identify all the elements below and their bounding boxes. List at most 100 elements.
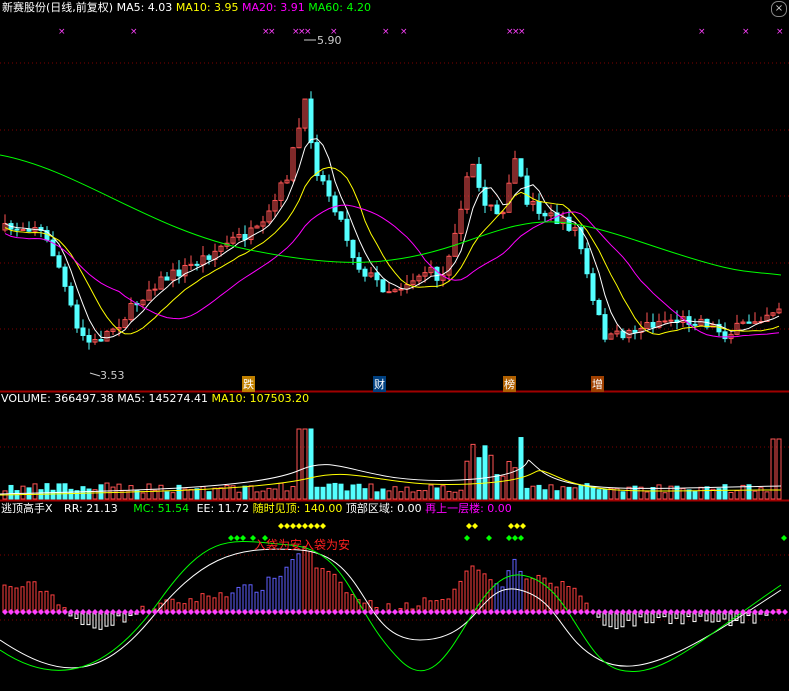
signal-diamond: [781, 535, 787, 541]
volume-bar: [494, 474, 500, 500]
volume-bar: [218, 487, 224, 500]
volume-bar: [446, 490, 452, 500]
close-icon[interactable]: ×: [771, 1, 787, 17]
indicator-bar: [290, 559, 295, 613]
candle-body: [662, 320, 668, 323]
candle-body: [332, 195, 338, 213]
indicator-bar: [296, 553, 301, 613]
volume-bar: [560, 486, 566, 500]
indicator-name[interactable]: 逃顶高手X: [1, 502, 53, 515]
baseline-marker: [770, 609, 776, 615]
signal-diamond: [486, 535, 492, 541]
indicator-bar: [2, 584, 7, 613]
indicator-bar: [344, 592, 349, 613]
indicator-bar: [320, 567, 325, 613]
signal-diamond: [520, 523, 526, 529]
volume-bar: [44, 483, 50, 500]
next-level-readout: 再上一层楼: 0.00: [425, 502, 512, 515]
ee-readout: EE: 11.72: [196, 502, 250, 515]
ma20-readout: MA20: 3.91: [242, 1, 305, 14]
ma5-readout: MA5: 4.03: [116, 1, 173, 14]
indicator-bar: [566, 586, 571, 613]
volume-bar: [206, 491, 212, 500]
volume-bar: [374, 491, 380, 500]
volume-bar: [212, 487, 218, 500]
volume-bar: [572, 487, 578, 500]
volume-bar: [686, 489, 692, 500]
volume-bar: [302, 428, 308, 500]
signal-diamond: [234, 535, 240, 541]
signal-diamond: [296, 523, 302, 529]
volume-ma5-readout: MA5: 145274.41: [117, 392, 208, 405]
volume-bar: [626, 486, 632, 500]
indicator-bar: [308, 551, 313, 613]
sell-signal-readout: 随时见顶: 140.00: [252, 502, 343, 515]
candle-body: [26, 228, 32, 232]
volume-bar: [392, 486, 398, 500]
top-marker: ×: [268, 27, 276, 37]
volume-bar: [590, 486, 596, 500]
volume-bar: [284, 490, 290, 500]
event-badge-4[interactable]: 增: [591, 376, 604, 392]
indicator-bar: [254, 591, 259, 613]
top-marker: ×: [742, 27, 750, 37]
event-badge-1[interactable]: 跌: [242, 376, 255, 392]
volume-ma10-readout: MA10: 107503.20: [211, 392, 310, 405]
volume-bar: [314, 486, 320, 500]
volume-bar: [242, 485, 248, 500]
volume-bar: [680, 488, 686, 500]
indicator-bar: [98, 611, 103, 630]
volume-bar: [434, 487, 440, 500]
candle-body: [476, 163, 482, 188]
volume-header: VOLUME: 366497.38 MA5: 145274.41 MA10: 1…: [1, 392, 309, 406]
baseline-marker: [146, 609, 152, 615]
signal-diamond: [472, 523, 478, 529]
indicator-bar: [482, 573, 487, 613]
event-badge-2[interactable]: 财: [373, 376, 386, 392]
candle-body: [338, 211, 344, 220]
volume-bar: [68, 488, 74, 500]
candle-body: [68, 285, 74, 306]
indicator-bar: [302, 545, 307, 613]
ma-line: [4, 204, 780, 338]
baseline-marker: [782, 609, 788, 615]
signal-diamond: [514, 523, 520, 529]
volume-bar: [542, 489, 548, 500]
volume-bar: [512, 467, 518, 500]
candle-body: [326, 180, 332, 197]
candle-body: [362, 268, 368, 277]
chart-canvas[interactable]: × × ×× ××× × × × ××× × × ×: [0, 0, 789, 691]
candle-body: [398, 288, 404, 291]
volume-bar: [548, 484, 554, 500]
volume-bar: [140, 492, 146, 500]
volume-bar: [266, 487, 272, 500]
volume-bar: [260, 490, 266, 500]
top-marker: ×: [382, 27, 390, 37]
volume-bar: [530, 485, 536, 500]
signal-diamond: [320, 523, 326, 529]
indicator-bar: [332, 573, 337, 613]
volume-bar: [200, 486, 206, 500]
volume-bar: [158, 484, 164, 500]
candle-body: [590, 273, 596, 301]
volume-bar: [254, 491, 260, 500]
volume-bar: [620, 491, 626, 500]
candle-body: [74, 304, 80, 329]
event-badge-3[interactable]: 榜: [503, 376, 516, 392]
indicator-bar: [26, 581, 31, 613]
volume-bar: [404, 486, 410, 500]
indicator-bar: [458, 580, 463, 613]
top-zone-readout: 顶部区域: 0.00: [345, 502, 422, 515]
candle-body: [518, 158, 524, 177]
volume-bar: [644, 491, 650, 500]
indicator-bar: [242, 584, 247, 613]
candle-body: [494, 204, 500, 215]
indicator-bar: [44, 590, 49, 613]
volume-bar: [326, 483, 332, 500]
volume-bar: [440, 485, 446, 500]
indicator-bar: [452, 588, 457, 613]
volume-bar: [536, 484, 542, 500]
volume-bar: [248, 485, 254, 500]
volume-bar: [344, 490, 350, 500]
candle-body: [350, 239, 356, 259]
